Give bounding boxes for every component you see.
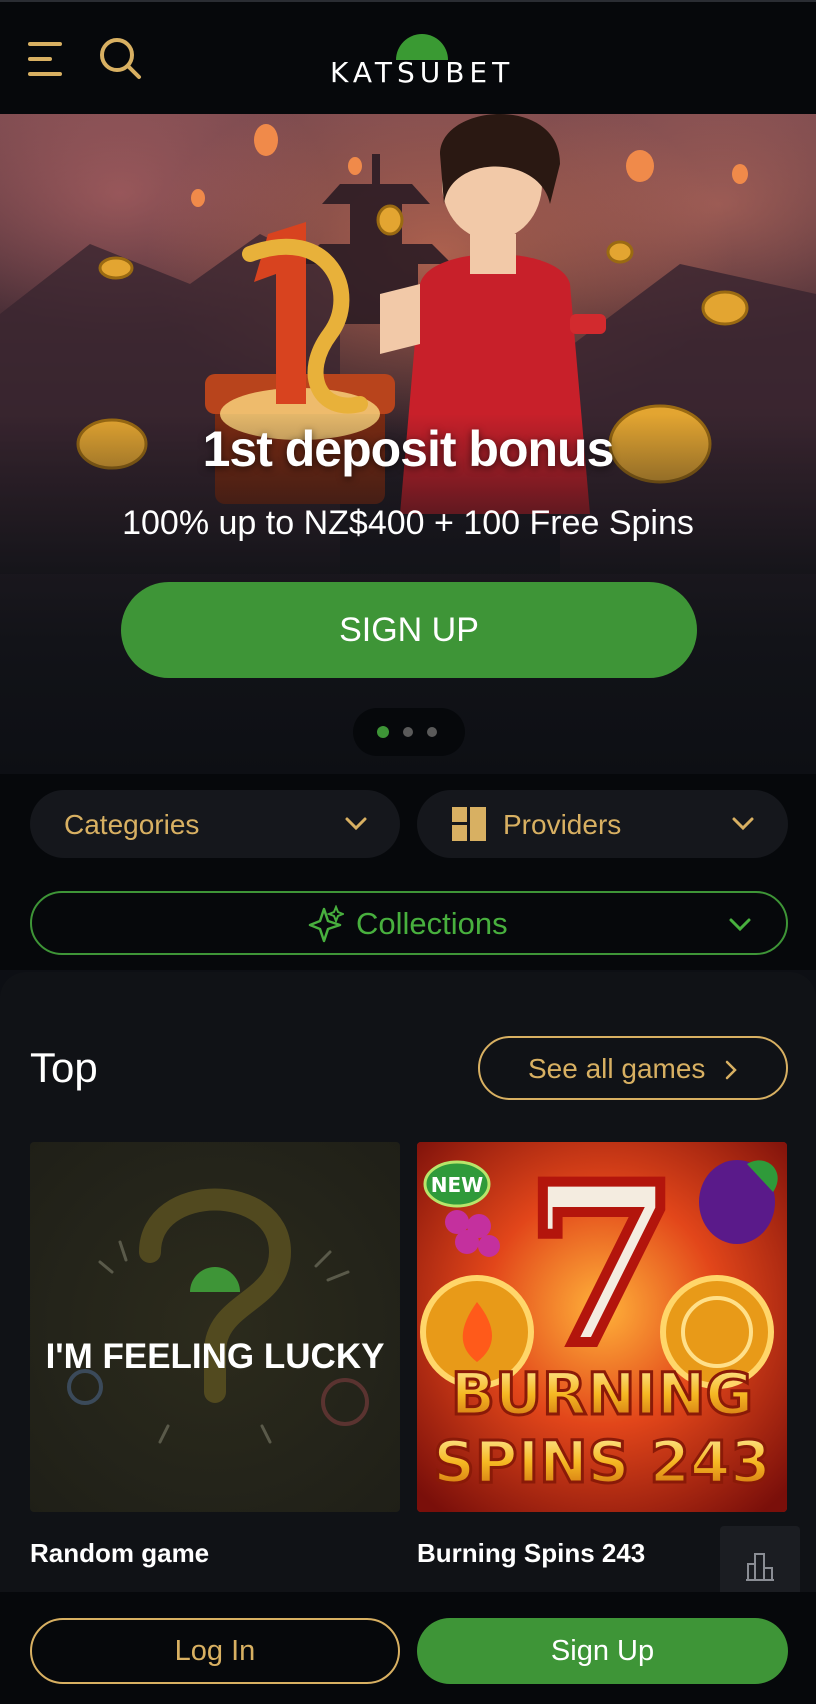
top-header: KATSUBET: [0, 0, 816, 114]
categories-dropdown[interactable]: Categories: [30, 790, 400, 858]
hero-subtitle: 100% up to NZ$400 + 100 Free Spins: [122, 504, 694, 542]
carousel-dot[interactable]: [403, 727, 413, 737]
login-button[interactable]: Log In: [30, 1618, 400, 1684]
see-all-label: See all games: [528, 1053, 706, 1084]
carousel-dot[interactable]: [427, 727, 437, 737]
providers-grid-icon: [452, 807, 486, 841]
carousel-dot-active[interactable]: [377, 726, 389, 738]
question-mark-illustration: [67, 1188, 369, 1444]
bottom-auth-bar: Log In Sign Up: [0, 1592, 816, 1704]
menu-icon[interactable]: [28, 40, 64, 78]
burning-spins-artwork: 7 NEW BURNING SPINS 243: [417, 1142, 787, 1512]
artwork-title-line2: SPINS 243: [433, 1428, 770, 1496]
logo-text: KATSUBET: [330, 56, 515, 89]
burning-spins-card[interactable]: 7 NEW BURNING SPINS 243: [417, 1142, 787, 1512]
signup-button[interactable]: Sign Up: [417, 1618, 788, 1684]
lucky-card-text: I'M FEELING LUCKY: [45, 1337, 385, 1376]
game-filters: Categories Providers Collections: [0, 774, 816, 970]
katsubet-logo[interactable]: KATSUBET: [330, 32, 510, 92]
collections-label: Collections: [356, 906, 508, 941]
hero-title: 1st deposit bonus: [202, 421, 615, 477]
sparkle-icon: [308, 905, 344, 943]
providers-dropdown[interactable]: Providers: [417, 790, 788, 858]
stats-icon: [746, 1553, 774, 1581]
categories-label: Categories: [64, 809, 200, 840]
slot-seven-text: 7: [525, 1142, 678, 1394]
search-icon[interactable]: [98, 36, 142, 80]
top-games-section: Top See all games I'M FEELING LUCKY Rand…: [0, 972, 816, 1592]
game-title: Random game: [30, 1538, 210, 1568]
hero-signup-button[interactable]: SIGN UP: [121, 582, 697, 678]
see-all-games-button[interactable]: See all games: [478, 1036, 788, 1100]
artwork-title-line1: BURNING: [451, 1360, 753, 1428]
collections-dropdown[interactable]: Collections: [30, 891, 788, 955]
chevron-right-icon: [725, 1060, 737, 1080]
chevron-down-icon: [345, 817, 367, 831]
game-title: Burning Spins 243: [417, 1538, 646, 1568]
chevron-down-icon: [732, 817, 754, 831]
hero-banner: 1st deposit bonus 100% up to NZ$400 + 10…: [0, 114, 816, 774]
providers-label: Providers: [503, 809, 622, 840]
section-title: Top: [30, 1044, 98, 1091]
random-game-card[interactable]: I'M FEELING LUCKY: [30, 1142, 400, 1512]
new-badge: NEW: [431, 1173, 483, 1197]
chevron-down-icon: [729, 918, 751, 932]
carousel-pagination: [353, 708, 465, 756]
